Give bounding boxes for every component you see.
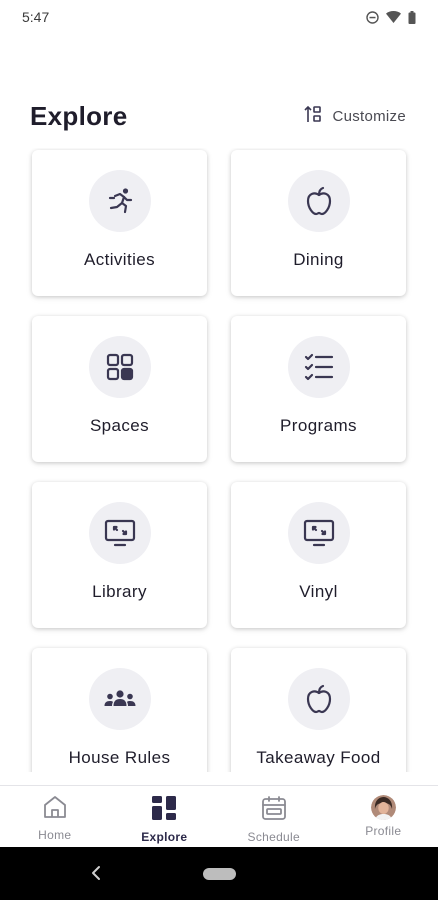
nav-profile[interactable]: Profile [329, 786, 438, 847]
apple-icon [287, 170, 350, 232]
tile-house-rules[interactable]: House Rules [32, 648, 207, 772]
nav-label: Profile [365, 824, 402, 838]
monitor-icon [287, 502, 350, 564]
monitor-icon [88, 502, 151, 564]
tile-label: Takeaway Food [256, 748, 381, 767]
nav-label: Home [38, 828, 72, 842]
customize-button[interactable]: Customize [303, 104, 406, 128]
tile-label: Vinyl [299, 582, 338, 601]
tile-label: Programs [280, 416, 357, 435]
grid-squares-icon [88, 336, 151, 398]
tile-label: Dining [293, 250, 344, 269]
tile-takeaway-food[interactable]: Takeaway Food [231, 648, 406, 772]
tile-label: House Rules [68, 748, 171, 767]
nav-home[interactable]: Home [0, 786, 110, 847]
tile-label: Spaces [89, 416, 150, 435]
status-time: 5:47 [22, 9, 50, 25]
tile-label: Activities [83, 250, 156, 269]
calendar-icon [261, 795, 287, 826]
checklist-icon [287, 336, 350, 398]
apple-icon [287, 668, 350, 730]
status-icons [366, 10, 416, 24]
system-nav-bar [0, 847, 438, 900]
do-not-disturb-icon [366, 10, 379, 24]
explore-grid-scroll[interactable]: Activities Dining Spaces Programs Librar… [0, 148, 438, 772]
tile-library[interactable]: Library [32, 482, 207, 628]
bottom-nav: Home Explore Schedule Profile [0, 785, 438, 847]
people-group-icon [88, 668, 151, 730]
nav-explore[interactable]: Explore [110, 786, 220, 847]
status-bar: 5:47 [0, 0, 438, 34]
nav-schedule[interactable]: Schedule [219, 786, 329, 847]
nav-label: Schedule [247, 830, 300, 844]
home-icon [42, 795, 68, 824]
tile-programs[interactable]: Programs [231, 316, 406, 462]
tile-label: Library [92, 582, 147, 601]
explore-header: Explore Customize [30, 96, 406, 136]
tile-activities[interactable]: Activities [32, 150, 207, 296]
wifi-icon [386, 11, 401, 23]
system-home-pill[interactable] [203, 868, 236, 880]
explore-grid: Activities Dining Spaces Programs Librar… [32, 150, 406, 772]
page-title: Explore [30, 100, 128, 131]
explore-grid-icon [151, 795, 177, 826]
system-back-icon[interactable] [90, 865, 102, 886]
sort-customize-icon [303, 104, 323, 128]
tile-spaces[interactable]: Spaces [32, 316, 207, 462]
tile-dining[interactable]: Dining [231, 150, 406, 296]
customize-label: Customize [332, 107, 406, 125]
running-person-icon [88, 170, 151, 232]
battery-icon [408, 10, 416, 24]
tile-vinyl[interactable]: Vinyl [231, 482, 406, 628]
nav-label: Explore [141, 830, 188, 844]
avatar [370, 795, 396, 820]
